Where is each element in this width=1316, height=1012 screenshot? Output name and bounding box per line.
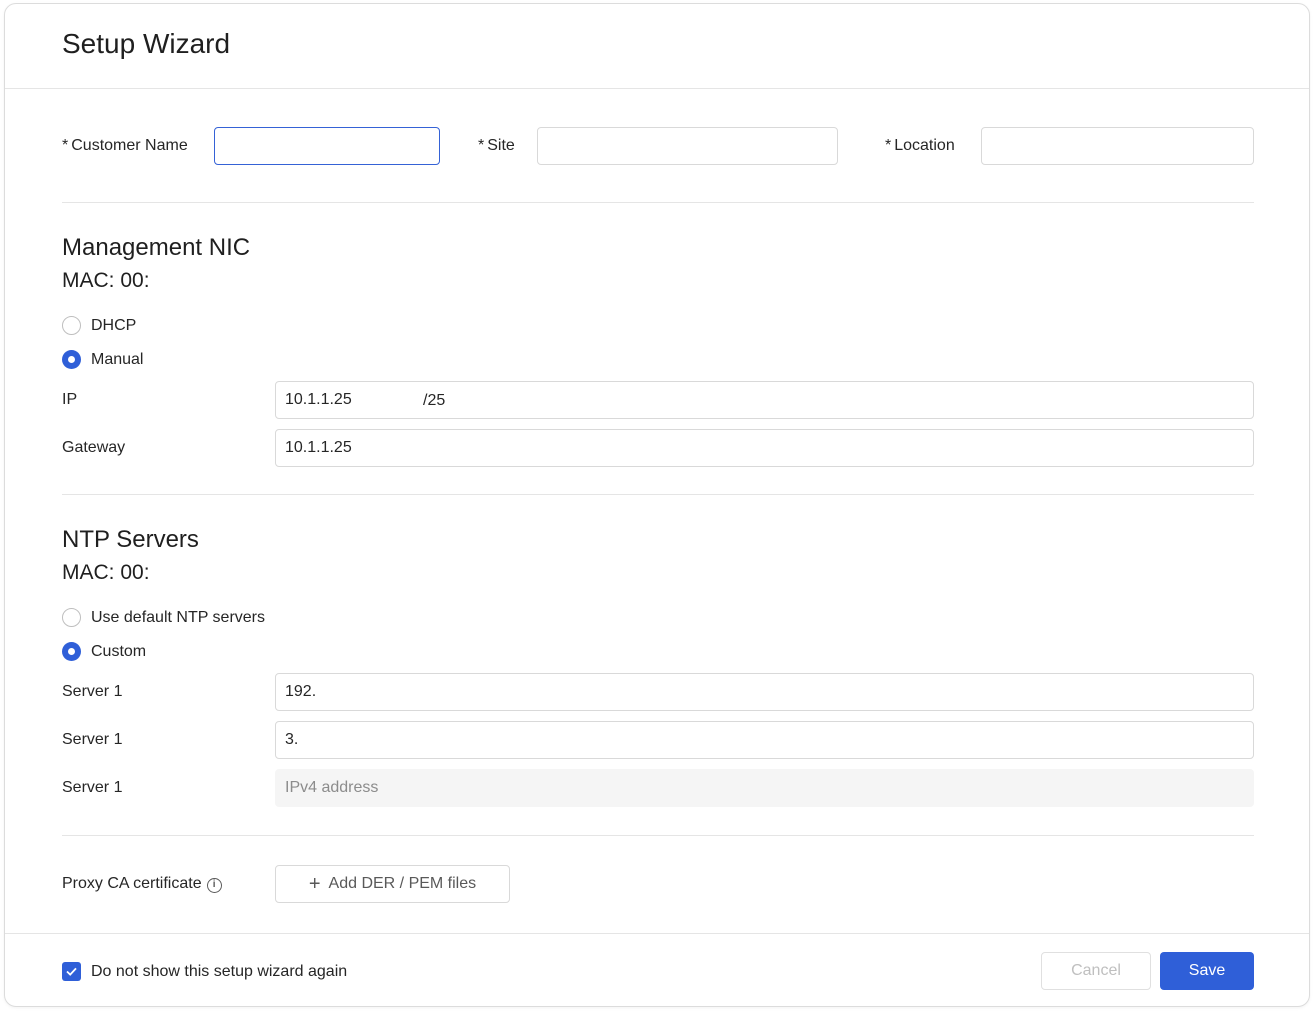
ip-label: IP — [62, 391, 78, 408]
ntp-mac: MAC: 00: — [62, 561, 150, 584]
do-not-show-label[interactable]: Do not show this setup wizard again — [91, 963, 347, 981]
required-mark: * — [62, 137, 69, 154]
required-mark: * — [885, 137, 892, 154]
required-mark: * — [478, 137, 485, 154]
plus-icon: + — [308, 873, 321, 895]
location-input[interactable] — [981, 127, 1254, 165]
radio-custom-ntp[interactable]: Custom — [62, 642, 146, 661]
check-icon — [66, 967, 77, 976]
proxy-ca-label: Proxy CA certificate i — [62, 875, 222, 893]
dialog-title: Setup Wizard — [62, 28, 231, 59]
dialog-footer: Do not show this setup wizard again Canc… — [5, 933, 1309, 1006]
radio-default-ntp-label: Use default NTP servers — [91, 608, 265, 626]
ip-input[interactable] — [275, 381, 1254, 419]
add-der-pem-files-button[interactable]: + Add DER / PEM files — [275, 865, 510, 903]
radio-default-ntp[interactable]: Use default NTP servers — [62, 608, 265, 627]
customer-name-label: * Customer Name — [62, 137, 188, 155]
gateway-input[interactable] — [275, 429, 1254, 467]
add-files-label: Add DER / PEM files — [328, 875, 477, 892]
location-label-text: Location — [894, 137, 955, 154]
proxy-ca-label-text: Proxy CA certificate — [62, 875, 202, 892]
setup-wizard-dialog: Setup Wizard * Customer Name * Site * Locat… — [4, 3, 1310, 1007]
radio-button-unchecked[interactable] — [62, 316, 81, 335]
site-label-text: Site — [487, 137, 515, 154]
do-not-show-checkbox[interactable] — [62, 962, 81, 981]
server-2-input[interactable] — [275, 721, 1254, 759]
save-button[interactable]: Save — [1160, 952, 1254, 990]
site-label: * Site — [478, 137, 515, 155]
server-1-input[interactable] — [275, 673, 1254, 711]
cancel-button[interactable]: Cancel — [1041, 952, 1151, 990]
radio-dhcp-label: DHCP — [91, 316, 137, 334]
site-input[interactable] — [537, 127, 838, 165]
radio-manual-label: Manual — [91, 350, 144, 368]
gateway-label: Gateway — [62, 439, 126, 456]
location-label: * Location — [885, 137, 955, 155]
radio-button-checked[interactable] — [62, 350, 81, 369]
radio-custom-ntp-label: Custom — [91, 642, 147, 660]
customer-name-input[interactable] — [214, 127, 440, 165]
radio-button-unchecked[interactable] — [62, 608, 81, 627]
divider — [62, 835, 1254, 836]
server-3-input[interactable] — [275, 769, 1254, 807]
server-2-label: Server 1 — [62, 731, 123, 748]
ntp-servers-title: NTP Servers — [62, 526, 199, 553]
server-1-label: Server 1 — [62, 683, 123, 700]
server-3-label: Server 1 — [62, 779, 123, 796]
ip-prefix-length: /25 — [423, 392, 446, 409]
customer-name-label-text: Customer Name — [71, 137, 188, 154]
radio-manual[interactable]: Manual — [62, 350, 143, 369]
management-mac: MAC: 00: — [62, 269, 150, 292]
radio-dhcp[interactable]: DHCP — [62, 316, 136, 335]
divider — [62, 494, 1254, 495]
divider — [62, 202, 1254, 203]
management-nic-title: Management NIC — [62, 234, 251, 261]
radio-button-checked[interactable] — [62, 642, 81, 661]
dialog-header: Setup Wizard — [5, 4, 1309, 89]
info-icon[interactable]: i — [206, 878, 222, 893]
